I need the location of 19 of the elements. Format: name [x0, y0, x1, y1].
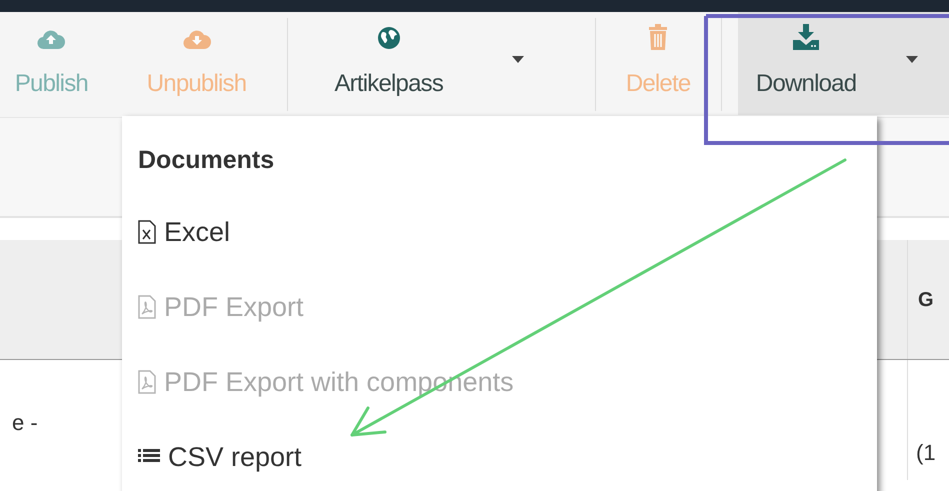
column-header: G: [918, 288, 934, 312]
cloud-upload-icon: [37, 28, 66, 50]
dropdown-toggle[interactable]: [874, 12, 949, 115]
caret-icon: [906, 56, 918, 63]
pdf-file-icon: [138, 370, 156, 394]
menu-item[interactable]: Excel: [138, 214, 877, 250]
caret-icon: [512, 56, 524, 63]
table-cell-text: e -: [12, 409, 38, 437]
spreadsheet-file-icon: [138, 220, 156, 244]
pdf-file-icon: [138, 295, 156, 319]
menu-heading: Documents: [138, 145, 276, 175]
trash-icon: [648, 24, 668, 50]
menu-item[interactable]: CSV report: [138, 439, 877, 475]
toolbar-button[interactable]: Download: [738, 12, 875, 115]
toolbar-button[interactable]: Artikelpass: [320, 12, 458, 115]
globe-icon: [376, 26, 401, 50]
cloud-download-icon: [182, 28, 210, 50]
download-icon: [792, 24, 820, 50]
table-cell-text: (1: [916, 439, 936, 467]
